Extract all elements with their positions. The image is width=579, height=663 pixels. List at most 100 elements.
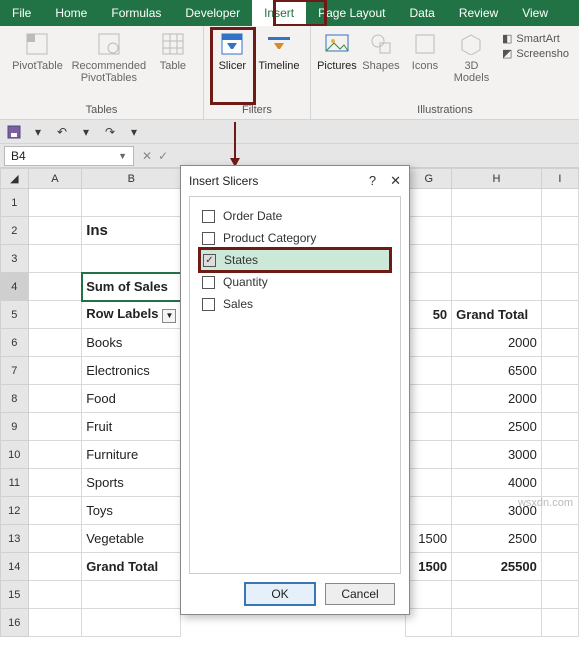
row-header[interactable]: 3 — [1, 245, 29, 273]
screenshot-icon: ◩ — [502, 47, 512, 60]
table-row[interactable]: Sports — [82, 469, 181, 497]
row-header[interactable]: 11 — [1, 469, 29, 497]
recommended-icon — [95, 30, 123, 58]
close-icon[interactable]: ✕ — [390, 173, 401, 189]
tab-data[interactable]: Data — [397, 0, 446, 26]
smartart-icon: ◧ — [502, 32, 512, 45]
tab-review[interactable]: Review — [447, 0, 510, 26]
col-header-i[interactable]: I — [541, 169, 578, 189]
ok-button[interactable]: OK — [245, 583, 315, 605]
redo-dropdown-icon[interactable]: ▾ — [126, 124, 142, 140]
col-header-b[interactable]: B — [82, 169, 181, 189]
table-row[interactable]: Toys — [82, 497, 181, 525]
group-filters: Slicer Timeline Filters — [204, 26, 311, 119]
pivot-sum-of-sales[interactable]: Sum of Sales — [82, 273, 181, 301]
pictures-icon — [323, 30, 351, 58]
table-row[interactable]: Electronics — [82, 357, 181, 385]
group-tables: PivotTable Recommended PivotTables Table… — [0, 26, 204, 119]
checkbox-quantity[interactable]: Quantity — [200, 271, 390, 293]
row-header[interactable]: 15 — [1, 581, 29, 609]
icons-icon — [411, 30, 439, 58]
table-button[interactable]: Table — [151, 28, 195, 86]
pivottable-button[interactable]: PivotTable — [8, 28, 67, 86]
slicer-button[interactable]: Slicer — [210, 28, 254, 74]
row-header[interactable]: 5 — [1, 301, 29, 329]
checkbox-icon — [202, 298, 215, 311]
cancel-button[interactable]: Cancel — [325, 583, 395, 605]
pivot-row-labels[interactable]: Row Labels▼ — [82, 301, 181, 329]
table-row[interactable]: Food — [82, 385, 181, 413]
row-header[interactable]: 13 — [1, 525, 29, 553]
3d-models-button[interactable]: 3D Models — [447, 28, 496, 86]
row-header[interactable]: 6 — [1, 329, 29, 357]
row-header[interactable]: 2 — [1, 217, 29, 245]
select-all-corner[interactable]: ◢ — [1, 169, 29, 189]
illustrations-side: ◧SmartArt ◩Screensho — [496, 28, 575, 86]
pivottable-icon — [23, 30, 51, 58]
dialog-body: Order Date Product Category ✓States Quan… — [189, 196, 401, 574]
help-icon[interactable]: ? — [369, 173, 376, 189]
qat-dropdown-icon[interactable]: ▾ — [30, 124, 46, 140]
row-header[interactable]: 4 — [1, 273, 29, 301]
enter-formula-icon[interactable]: ✓ — [158, 149, 168, 163]
col-header-g[interactable]: G — [406, 169, 452, 189]
tab-page-layout[interactable]: Page Layout — [306, 0, 397, 26]
col-header-a[interactable]: A — [28, 169, 82, 189]
screenshot-button[interactable]: ◩Screensho — [502, 47, 569, 60]
shapes-button[interactable]: Shapes — [359, 28, 403, 86]
table-row[interactable]: Furniture — [82, 441, 181, 469]
group-illustrations-label: Illustrations — [315, 102, 575, 119]
row-header[interactable]: 8 — [1, 385, 29, 413]
dialog-footer: OK Cancel — [181, 574, 409, 614]
checkbox-order-date[interactable]: Order Date — [200, 205, 390, 227]
table-row[interactable]: Vegetable — [82, 525, 181, 553]
ribbon-body: PivotTable Recommended PivotTables Table… — [0, 26, 579, 120]
table-row[interactable]: Fruit — [82, 413, 181, 441]
row-header[interactable]: 14 — [1, 553, 29, 581]
undo-dropdown-icon[interactable]: ▾ — [78, 124, 94, 140]
tab-insert[interactable]: Insert — [252, 0, 306, 26]
tab-home[interactable]: Home — [43, 0, 99, 26]
slicer-icon — [218, 30, 246, 58]
quick-access-toolbar: ▾ ↶ ▾ ↷ ▾ — [0, 120, 579, 144]
timeline-button[interactable]: Timeline — [254, 28, 303, 74]
pictures-button[interactable]: Pictures — [315, 28, 359, 86]
row-header[interactable]: 16 — [1, 609, 29, 637]
chevron-down-icon: ▼ — [118, 151, 127, 161]
smartart-button[interactable]: ◧SmartArt — [502, 32, 569, 45]
annotation-arrow — [229, 122, 241, 168]
tab-formulas[interactable]: Formulas — [99, 0, 173, 26]
pivot-col-50[interactable]: 50 — [406, 301, 452, 329]
checkbox-icon — [202, 232, 215, 245]
row-header[interactable]: 9 — [1, 413, 29, 441]
undo-icon[interactable]: ↶ — [54, 124, 70, 140]
dropdown-icon[interactable]: ▼ — [162, 309, 176, 323]
row-header[interactable]: 12 — [1, 497, 29, 525]
checkbox-states[interactable]: ✓States — [200, 249, 390, 271]
row-header[interactable]: 7 — [1, 357, 29, 385]
save-icon[interactable] — [6, 124, 22, 140]
cell-title[interactable]: Ins — [82, 217, 181, 245]
group-filters-label: Filters — [208, 102, 306, 119]
row-header[interactable]: 10 — [1, 441, 29, 469]
name-box[interactable]: B4 ▼ — [4, 146, 134, 166]
ribbon-tabs: File Home Formulas Developer Insert Page… — [0, 0, 579, 26]
cancel-formula-icon[interactable]: ✕ — [142, 149, 152, 163]
tab-view[interactable]: View — [510, 0, 560, 26]
insert-slicers-dialog: Insert Slicers ? ✕ Order Date Product Ca… — [180, 165, 410, 615]
watermark: wsxdn.com — [518, 497, 573, 509]
group-illustrations: Pictures Shapes Icons 3D Models ◧SmartAr… — [311, 26, 579, 119]
col-header-h[interactable]: H — [452, 169, 542, 189]
recommended-pivottables-button[interactable]: Recommended PivotTables — [67, 28, 151, 86]
checkbox-icon — [202, 276, 215, 289]
icons-button[interactable]: Icons — [403, 28, 447, 86]
pivot-grand-total-row[interactable]: Grand Total — [82, 553, 181, 581]
table-row[interactable]: Books — [82, 329, 181, 357]
redo-icon[interactable]: ↷ — [102, 124, 118, 140]
row-header[interactable]: 1 — [1, 189, 29, 217]
checkbox-product-category[interactable]: Product Category — [200, 227, 390, 249]
tab-developer[interactable]: Developer — [173, 0, 252, 26]
tab-file[interactable]: File — [0, 0, 43, 26]
checkbox-sales[interactable]: Sales — [200, 293, 390, 315]
pivot-grand-total-col[interactable]: Grand Total — [452, 301, 542, 329]
